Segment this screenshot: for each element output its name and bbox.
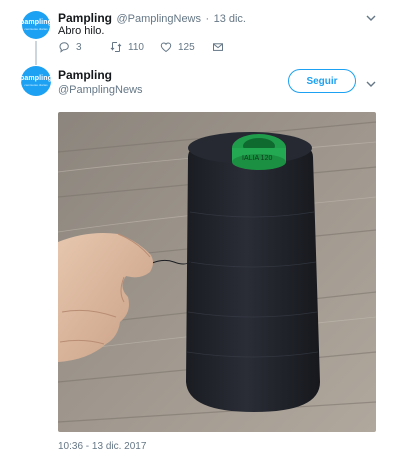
chevron-down-icon: [366, 15, 376, 21]
avatar-brand: pampling: [20, 75, 52, 82]
retweet-action[interactable]: 110: [110, 41, 144, 53]
tweet-timestamp[interactable]: 10:36 - 13 dic. 2017: [58, 441, 146, 452]
retweet-icon: [110, 42, 122, 52]
spool-label: IALIA 120: [242, 155, 272, 162]
reply-icon: [59, 42, 69, 53]
reply-action[interactable]: 3: [58, 41, 82, 53]
retweet-count: 110: [128, 41, 144, 53]
author-name[interactable]: Pampling: [58, 11, 112, 25]
author-handle[interactable]: @PamplingNews: [58, 84, 143, 96]
tweet-date[interactable]: 13 dic.: [214, 13, 246, 25]
like-count: 125: [178, 41, 195, 53]
like-action[interactable]: 125: [160, 41, 195, 53]
chevron-down-icon: [366, 81, 376, 87]
separator: ·: [205, 13, 210, 25]
avatar-brand: pampling: [20, 19, 52, 26]
avatar-tagline: camisetas diarias: [24, 27, 48, 31]
tweet-photo[interactable]: IALIA 120: [58, 112, 376, 432]
heart-icon: [160, 42, 172, 53]
envelope-icon: [213, 43, 223, 51]
thread-connector: [35, 41, 37, 65]
avatar-tagline: camisetas diarias: [24, 83, 48, 87]
author-name[interactable]: Pampling: [58, 68, 112, 82]
photo-illustration: IALIA 120: [58, 112, 376, 432]
direct-message-action[interactable]: [212, 41, 224, 53]
tweet-menu-chevron[interactable]: [366, 10, 376, 28]
follow-button[interactable]: Seguir: [288, 69, 356, 93]
author-handle[interactable]: @PamplingNews: [116, 13, 201, 25]
tweet-menu-chevron[interactable]: [366, 76, 376, 94]
tweet-text: Abro hilo.: [58, 25, 105, 37]
reply-count: 3: [76, 41, 82, 53]
avatar[interactable]: pampling camisetas diarias: [20, 11, 52, 39]
avatar[interactable]: pampling camisetas diarias: [20, 66, 52, 96]
